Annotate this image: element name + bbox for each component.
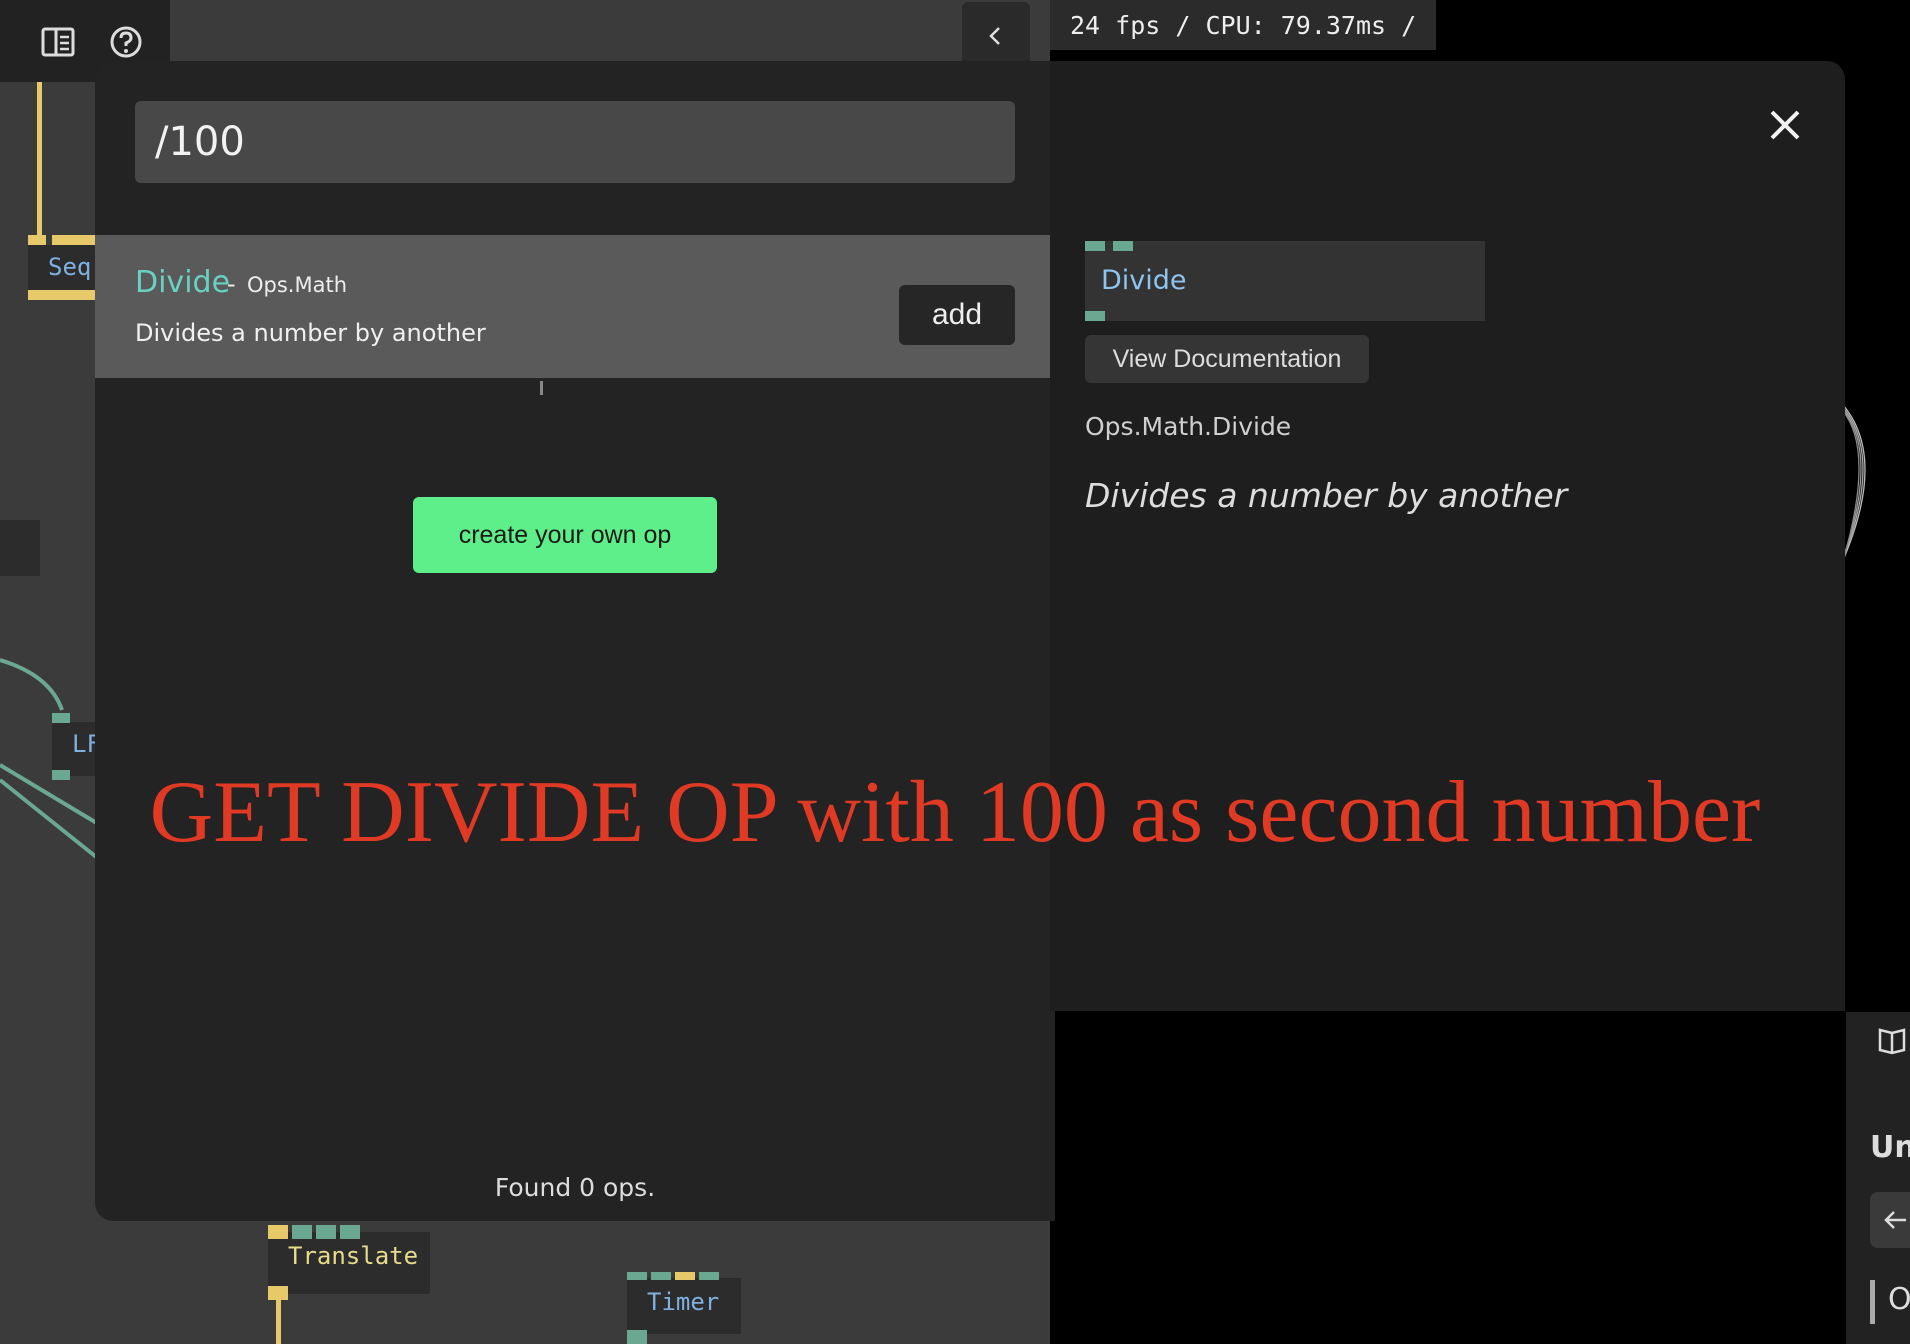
port: [627, 1330, 647, 1344]
timer-node[interactable]: Timer: [627, 1278, 741, 1334]
port: [292, 1225, 312, 1239]
translate-node[interactable]: Translate: [268, 1232, 430, 1294]
create-op-button[interactable]: create your own op: [413, 497, 717, 573]
port: [1085, 241, 1105, 251]
canvas-node-stub[interactable]: [0, 520, 40, 576]
op-preview-node: Divide: [1085, 241, 1485, 321]
panel-layout-icon[interactable]: [38, 22, 78, 62]
right-edge-bar: [1870, 1280, 1875, 1324]
collapse-panel-button[interactable]: [962, 2, 1030, 70]
port: [340, 1225, 360, 1239]
help-icon[interactable]: [106, 22, 146, 62]
port: [28, 235, 46, 245]
op-preview-title: Divide: [1101, 265, 1187, 296]
add-op-button[interactable]: add: [899, 285, 1015, 345]
view-documentation-button[interactable]: View Documentation: [1085, 335, 1369, 383]
timer-node-title: Timer: [647, 1288, 720, 1316]
port: [1085, 311, 1105, 321]
right-edge-panel: Un O: [1846, 1012, 1910, 1344]
book-icon[interactable]: [1876, 1026, 1910, 1056]
translate-node-title: Translate: [288, 1242, 419, 1270]
port: [627, 1272, 647, 1280]
result-description: Divides a number by another: [135, 319, 486, 347]
right-edge-label: Un: [1870, 1130, 1910, 1165]
port: [651, 1272, 671, 1280]
port: [699, 1272, 719, 1280]
close-icon[interactable]: [1760, 100, 1810, 150]
overlay-caption: GET DIVIDE OP with 100 as second number: [149, 764, 1761, 861]
arrow-left-icon: [1884, 1211, 1906, 1229]
result-separator: -: [227, 270, 236, 298]
right-edge-label: O: [1888, 1282, 1910, 1317]
result-namespace: Ops.Math: [247, 273, 348, 297]
back-arrow-button[interactable]: [1870, 1192, 1910, 1248]
yellow-wire: [37, 82, 42, 237]
found-ops-count: Found 0 ops.: [494, 1173, 656, 1202]
op-search-input[interactable]: [135, 101, 1015, 183]
text-cursor: [540, 381, 543, 395]
search-result-row[interactable]: Divide - Ops.Math Divides a number by an…: [95, 235, 1055, 378]
translate-out-wire: [276, 1300, 281, 1344]
port: [1113, 241, 1133, 251]
op-summary: Divides a number by another: [1085, 476, 1568, 515]
port: [268, 1286, 288, 1300]
port: [52, 713, 70, 723]
fps-readout: 24 fps / CPU: 79.37ms /: [1050, 0, 1437, 50]
port: [268, 1225, 288, 1239]
op-search-dialog: Divide - Ops.Math Divides a number by an…: [95, 61, 1055, 1221]
port: [675, 1272, 695, 1280]
chevron-left-icon: [989, 27, 1000, 45]
result-op-name: Divide: [135, 265, 231, 300]
op-preview-panel: [1050, 61, 1845, 1011]
op-full-name: Ops.Math.Divide: [1085, 412, 1292, 441]
port: [316, 1225, 336, 1239]
sequence-node-title: Seq: [48, 253, 92, 281]
